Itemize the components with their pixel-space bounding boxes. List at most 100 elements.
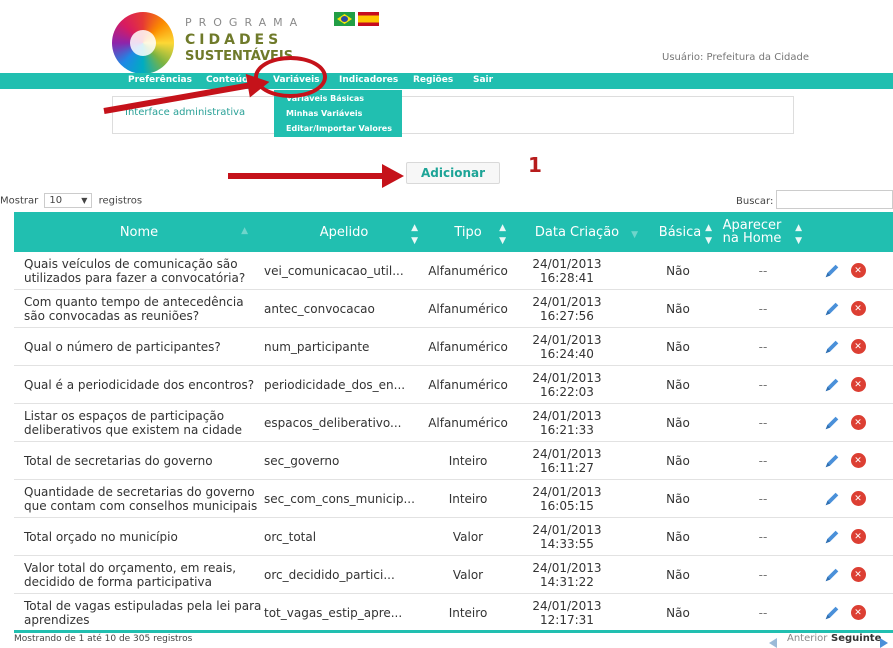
column-header-basica[interactable]: Básica ▲ ▼: [642, 212, 718, 252]
cell-nome: Total orçado no município: [24, 529, 178, 544]
menu-item-editar-importar-valores[interactable]: Editar/Importar Valores: [286, 124, 392, 133]
cell-nome: Qual o número de participantes?: [24, 339, 221, 354]
delete-icon[interactable]: ✕: [850, 529, 866, 544]
cell-basica: Não: [666, 529, 690, 544]
edit-pencil-icon[interactable]: [823, 490, 841, 508]
cell-date: 24/01/2013: [532, 598, 602, 613]
delete-icon[interactable]: ✕: [850, 377, 866, 392]
row-actions: ✕: [814, 556, 874, 593]
table-footer-bar: [14, 630, 893, 633]
cell-aparecer-home: --: [758, 263, 768, 278]
length-prefix: Mostrar: [0, 195, 39, 207]
edit-pencil-icon[interactable]: [823, 528, 841, 546]
cell-data-criacao: 24/01/2013 16:05:15: [512, 480, 622, 517]
row-actions: ✕: [814, 290, 874, 327]
sort-icon: ▲ ▼: [411, 223, 418, 246]
cell-nome: Com quanto tempo de antecedência são con…: [24, 294, 244, 323]
pagination-next[interactable]: Seguinte: [831, 633, 881, 644]
sort-icon: ▲ ▼: [795, 223, 802, 246]
cell-time: 16:28:41: [540, 270, 594, 285]
edit-pencil-icon[interactable]: [823, 566, 841, 584]
cell-time: 16:24:40: [540, 346, 594, 361]
cell-apelido: espacos_deliberativo...: [264, 415, 402, 430]
delete-icon[interactable]: ✕: [850, 339, 866, 354]
column-header-apelido[interactable]: Apelido ▲ ▼: [264, 212, 424, 252]
cell-aparecer-home: --: [758, 567, 768, 582]
column-header-aparecer-home[interactable]: Aparecer na Home ▲ ▼: [718, 212, 808, 252]
admin-panel-text[interactable]: Interface administrativa: [125, 107, 245, 118]
cell-tipo: Alfanumérico: [428, 377, 508, 392]
cell-apelido: num_participante: [264, 339, 370, 354]
nav-item-preferencias[interactable]: Preferências: [128, 75, 192, 85]
next-arrow-icon[interactable]: [880, 638, 888, 648]
row-actions: ✕: [814, 252, 874, 289]
logo-flower-icon: [112, 12, 174, 74]
column-header-home-label: Aparecer na Home: [722, 218, 782, 246]
cell-aparecer-home: --: [758, 415, 768, 430]
top-navigation: Preferências Conteúdo Variáveis Indicado…: [0, 73, 893, 89]
delete-icon[interactable]: ✕: [850, 567, 866, 582]
edit-pencil-icon[interactable]: [823, 452, 841, 470]
delete-icon[interactable]: ✕: [850, 415, 866, 430]
nav-item-indicadores[interactable]: Indicadores: [339, 75, 398, 85]
cell-basica: Não: [666, 377, 690, 392]
table-row: Listar os espaços de participação delibe…: [14, 404, 893, 442]
column-header-data-label: Data Criação: [534, 224, 620, 240]
cell-aparecer-home: --: [758, 605, 768, 620]
cell-basica: Não: [666, 415, 690, 430]
cell-tipo: Inteiro: [448, 605, 488, 620]
delete-icon[interactable]: ✕: [850, 301, 866, 316]
nav-item-regioes[interactable]: Regiões: [413, 75, 453, 85]
cell-basica: Não: [666, 453, 690, 468]
cell-apelido: antec_convocacao: [264, 301, 375, 316]
length-menu: Mostrar 10 ▼ registros: [0, 193, 142, 208]
column-header-tipo-label: Tipo: [454, 224, 482, 240]
table-row: Valor total do orçamento, em reais, deci…: [14, 556, 893, 594]
column-header-nome[interactable]: Nome ▲: [14, 212, 264, 252]
sort-icon: ▲ ▼: [499, 223, 506, 246]
search-input[interactable]: [776, 190, 893, 209]
table-row: Quantidade de secretarias do governo que…: [14, 480, 893, 518]
cell-apelido: orc_total: [264, 529, 317, 544]
nav-item-sair[interactable]: Sair: [473, 75, 493, 85]
edit-pencil-icon[interactable]: [823, 414, 841, 432]
brazil-flag-icon[interactable]: [334, 12, 355, 26]
cell-basica: Não: [666, 605, 690, 620]
menu-item-minhas-variaveis[interactable]: Minhas Variáveis: [286, 109, 362, 118]
delete-icon[interactable]: ✕: [850, 453, 866, 468]
search-label: Buscar:: [736, 196, 774, 207]
logo-text-programa: PROGRAMA: [185, 16, 305, 29]
pagination-previous[interactable]: Anterior: [787, 633, 827, 644]
delete-icon[interactable]: ✕: [850, 263, 866, 278]
delete-icon[interactable]: ✕: [850, 605, 866, 620]
cell-data-criacao: 24/01/2013 16:27:56: [512, 290, 622, 327]
row-actions: ✕: [814, 594, 874, 631]
cell-time: 16:27:56: [540, 308, 594, 323]
previous-arrow-icon[interactable]: [769, 638, 777, 648]
cell-nome: Listar os espaços de participação delibe…: [24, 408, 243, 437]
column-header-data-criacao[interactable]: Data Criação ▼: [512, 212, 642, 252]
edit-pencil-icon[interactable]: [823, 376, 841, 394]
cell-data-criacao: 24/01/2013 16:11:27: [512, 442, 622, 479]
cell-date: 24/01/2013: [532, 294, 602, 309]
length-value: 10: [49, 195, 63, 206]
cell-nome: Qual é a periodicidade dos encontros?: [24, 377, 255, 392]
cell-aparecer-home: --: [758, 491, 768, 506]
edit-pencil-icon[interactable]: [823, 300, 841, 318]
chevron-down-icon: ▼: [81, 196, 88, 205]
length-select[interactable]: 10 ▼: [44, 193, 93, 208]
cell-apelido: vei_comunicacao_util...: [264, 263, 404, 278]
length-suffix: registros: [98, 195, 143, 207]
edit-pencil-icon[interactable]: [823, 604, 841, 622]
delete-icon[interactable]: ✕: [850, 491, 866, 506]
cell-tipo: Alfanumérico: [428, 415, 508, 430]
cell-time: 16:21:33: [540, 422, 594, 437]
edit-pencil-icon[interactable]: [823, 262, 841, 280]
cell-apelido: sec_governo: [264, 453, 340, 468]
spain-flag-icon[interactable]: [358, 12, 379, 26]
add-button[interactable]: Adicionar: [406, 162, 500, 184]
table-row: Qual é a periodicidade dos encontros? per…: [14, 366, 893, 404]
cell-date: 24/01/2013: [532, 560, 602, 575]
edit-pencil-icon[interactable]: [823, 338, 841, 356]
column-header-tipo[interactable]: Tipo ▲ ▼: [424, 212, 512, 252]
